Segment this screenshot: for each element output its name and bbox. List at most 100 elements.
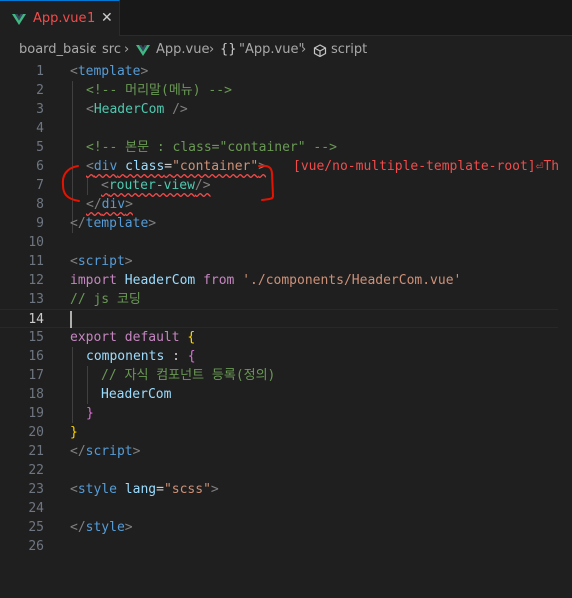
- tab-filename: App.vue: [33, 11, 87, 26]
- code-line: 16 components : {: [0, 347, 572, 366]
- code-line: 2 <!-- 머리말(메뉴) -->: [0, 81, 572, 100]
- line-number: 4: [36, 121, 44, 136]
- code-line: 5 <!-- 본문 : class="container" -->: [0, 138, 572, 157]
- code-line: 21 </script>: [0, 442, 572, 461]
- editor-tab-bar: App.vue 1 ✕: [0, 0, 572, 36]
- code-token: HeaderCom: [124, 273, 196, 288]
- text-cursor: [70, 311, 72, 328]
- code-token: script: [77, 254, 125, 269]
- code-editor[interactable]: 1 <template> 2 <!-- 머리말(메뉴) --> 3 <Heade…: [0, 62, 572, 598]
- code-token: router-view: [108, 178, 195, 193]
- line-number: 10: [28, 235, 44, 250]
- line-number: 15: [28, 330, 44, 345]
- breadcrumb-project[interactable]: board_basic: [19, 42, 97, 57]
- code-token: './components/HeaderCom.vue': [242, 273, 462, 288]
- code-line: 24: [0, 499, 572, 518]
- code-line: 19 }: [0, 404, 572, 423]
- line-number: 6: [36, 159, 44, 174]
- breadcrumb-symbol-app[interactable]: "App.vue": [239, 42, 304, 57]
- code-token: default: [124, 330, 180, 345]
- code-line: 4: [0, 119, 572, 138]
- line-number: 19: [28, 406, 44, 421]
- code-comment: <!-- 머리말(메뉴) -->: [86, 83, 232, 98]
- code-token: HeaderCom: [93, 102, 165, 117]
- tab-app-vue[interactable]: App.vue 1 ✕: [0, 0, 120, 36]
- code-comment: // 자식 컴포넌트 등록(정의): [101, 368, 276, 383]
- code-token: style: [85, 520, 125, 535]
- code-comment: // js 코딩: [70, 292, 141, 307]
- line-number: 24: [28, 501, 44, 516]
- code-line: 17 // 자식 컴포넌트 등록(정의): [0, 366, 572, 385]
- chevron-right-icon: ›: [124, 42, 130, 57]
- code-token: template: [85, 216, 149, 231]
- code-line: 20 }: [0, 423, 572, 442]
- code-line: 7 <router-view/>: [0, 176, 572, 195]
- line-number: 14: [28, 312, 44, 327]
- code-line: 13 // js 코딩: [0, 290, 572, 309]
- chevron-right-icon: ›: [301, 42, 307, 57]
- code-token: script: [85, 444, 133, 459]
- code-token: from: [203, 273, 235, 288]
- code-line: 22: [0, 461, 572, 480]
- code-line: 8 </div>: [0, 195, 572, 214]
- code-line: 11 <script>: [0, 252, 572, 271]
- code-token: HeaderCom: [101, 387, 172, 402]
- code-line: 23 <style lang="scss">: [0, 480, 572, 499]
- code-line: 12 import HeaderCom from './components/H…: [0, 271, 572, 290]
- close-icon[interactable]: ✕: [101, 10, 113, 26]
- symbol-module-icon: [313, 44, 327, 57]
- code-token: div: [101, 197, 126, 212]
- code-line: 25 </style>: [0, 518, 572, 537]
- breadcrumb: board_basic › src › App.vue › {} "App.vu…: [0, 37, 572, 63]
- line-number: 23: [28, 482, 44, 497]
- code-line-current: 14: [0, 309, 572, 328]
- line-number: 20: [28, 425, 44, 440]
- code-line: 15 export default {: [0, 328, 572, 347]
- code-token: export: [70, 330, 117, 345]
- code-line: 10: [0, 233, 572, 252]
- breadcrumb-file[interactable]: App.vue: [156, 42, 209, 57]
- chevron-right-icon: ›: [90, 42, 96, 57]
- line-number: 12: [28, 273, 44, 288]
- code-line: 1 <template>: [0, 62, 572, 81]
- code-token: import: [70, 273, 117, 288]
- problem-count-badge: 1: [87, 11, 96, 26]
- line-number: 3: [36, 102, 44, 117]
- code-token: components: [86, 349, 165, 364]
- line-number: 7: [36, 178, 44, 193]
- code-token: "scss": [163, 482, 211, 497]
- line-number: 25: [28, 520, 44, 535]
- line-number: 22: [28, 463, 44, 478]
- code-token: template: [77, 64, 141, 79]
- line-number: 18: [28, 387, 44, 402]
- code-line: 18 HeaderCom: [0, 385, 572, 404]
- braces-icon: {}: [220, 42, 237, 57]
- code-line: 6 <div class="container"> [vue/no-multip…: [0, 157, 572, 176]
- line-number: 1: [36, 64, 44, 79]
- line-number: 16: [28, 349, 44, 364]
- line-number: 13: [28, 292, 44, 307]
- code-line: 3 <HeaderCom />: [0, 100, 572, 119]
- code-token: style: [77, 482, 117, 497]
- code-token: lang: [124, 482, 157, 497]
- code-line: 26: [0, 537, 572, 556]
- line-number: 8: [36, 197, 44, 212]
- vue-file-icon: [136, 45, 150, 56]
- vue-file-icon: [12, 14, 26, 25]
- inline-error-message[interactable]: [vue/no-multiple-template-root]⏎The: [293, 157, 567, 176]
- breadcrumb-folder[interactable]: src: [102, 42, 121, 57]
- line-number: 9: [36, 216, 44, 231]
- code-token: "container": [172, 159, 259, 174]
- line-number: 26: [28, 539, 44, 554]
- editor-scrollbar[interactable]: [558, 62, 572, 598]
- breadcrumb-symbol-script[interactable]: script: [331, 42, 367, 57]
- chevron-right-icon: ›: [209, 42, 215, 57]
- line-number: 17: [28, 368, 44, 383]
- line-number: 2: [36, 83, 44, 98]
- code-line: 9 </template>: [0, 214, 572, 233]
- code-comment: <!-- 본문 : class="container" -->: [86, 140, 337, 155]
- line-number: 21: [28, 444, 44, 459]
- code-token: div: [93, 159, 118, 174]
- code-token: }: [70, 425, 78, 440]
- line-number: 5: [36, 140, 44, 155]
